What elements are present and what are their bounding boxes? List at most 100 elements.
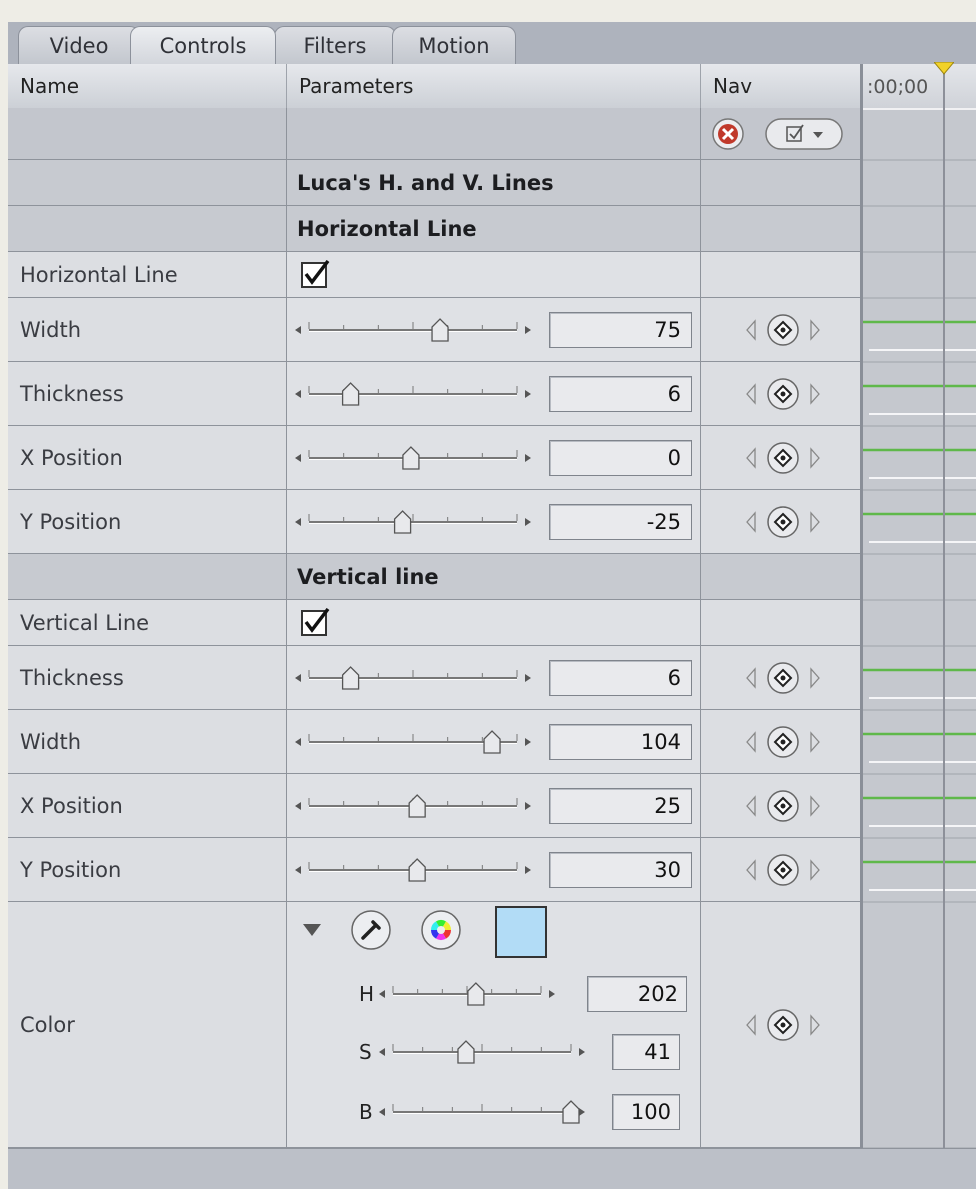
parameter-value-field[interactable]: 6 [549,375,692,412]
decrement-arrow-icon[interactable] [295,673,301,682]
filter-options-popup[interactable] [765,117,845,151]
parameter-slider[interactable] [293,725,533,759]
bottom-bar [8,1148,976,1189]
color-swatch[interactable] [495,906,547,958]
tab-controls[interactable]: Controls [130,26,276,64]
parameter-cell: 30 [287,838,701,901]
playhead[interactable] [943,64,945,1189]
tab-motion[interactable]: Motion [392,26,516,64]
increment-arrow-icon[interactable] [525,801,531,810]
prev-keyframe-icon[interactable] [746,510,756,533]
decrement-arrow-icon[interactable] [295,737,301,746]
delete-filter-button[interactable] [711,117,745,151]
decrement-arrow-icon[interactable] [379,1048,385,1056]
parameter-slider[interactable] [293,377,533,411]
next-keyframe-icon[interactable] [810,858,820,881]
increment-arrow-icon[interactable] [525,325,531,334]
tab-video[interactable]: Video [18,26,140,64]
increment-arrow-icon[interactable] [525,453,531,462]
increment-arrow-icon[interactable] [579,1048,585,1056]
eyedropper-button[interactable] [349,908,393,952]
prev-keyframe-icon[interactable] [746,794,756,817]
parameter-slider[interactable] [293,505,533,539]
next-keyframe-icon[interactable] [810,794,820,817]
next-keyframe-icon[interactable] [810,318,820,341]
header-nav[interactable]: Nav [701,64,860,108]
section-horizontal: Horizontal Line [8,206,860,252]
decrement-arrow-icon[interactable] [379,1108,385,1116]
decrement-arrow-icon[interactable] [295,801,301,810]
header-parameters[interactable]: Parameters [287,64,701,108]
vertical-line-enable-checkbox[interactable] [301,607,331,638]
slider-thumb[interactable] [562,1100,580,1124]
disclosure-triangle-icon[interactable] [301,920,323,940]
next-keyframe-icon[interactable] [810,730,820,753]
color-h-value-field[interactable]: 202 [587,976,687,1012]
increment-arrow-icon[interactable] [525,389,531,398]
increment-arrow-icon[interactable] [525,737,531,746]
color-h-slider[interactable] [377,977,557,1011]
slider-thumb[interactable] [467,982,485,1006]
parameter-cell: 25 [287,774,701,837]
parameter-value-field[interactable]: -25 [549,503,692,540]
slider-thumb[interactable] [408,857,426,882]
slider-thumb[interactable] [483,729,501,754]
parameter-value-field[interactable]: 25 [549,787,692,824]
parameter-slider[interactable] [293,313,533,347]
slider-thumb[interactable] [431,317,449,342]
next-keyframe-icon[interactable] [810,666,820,689]
prev-keyframe-icon[interactable] [746,1013,756,1036]
slider-thumb[interactable] [402,445,420,470]
parameter-slider[interactable] [293,661,533,695]
parameter-value-field[interactable]: 75 [549,311,692,348]
slider-thumb[interactable] [393,509,412,534]
keyframe-timeline[interactable]: :00;00 [860,62,976,1189]
increment-arrow-icon[interactable] [525,517,531,526]
horizontal-line-enable-checkbox[interactable] [301,259,331,290]
slider-thumb[interactable] [457,1040,475,1064]
parameter-row: Thickness 6 [8,646,860,710]
prev-keyframe-icon[interactable] [746,318,756,341]
increment-arrow-icon[interactable] [549,990,555,998]
slider-thumb[interactable] [341,665,360,690]
parameter-label: Y Position [20,857,122,882]
increment-arrow-icon[interactable] [525,673,531,682]
slider-thumb[interactable] [341,381,360,406]
increment-arrow-icon[interactable] [579,1108,585,1116]
decrement-arrow-icon[interactable] [379,990,385,998]
prev-keyframe-icon[interactable] [746,446,756,469]
parameter-value-field[interactable]: 104 [549,723,692,760]
color-s-value-field[interactable]: 41 [612,1034,680,1070]
next-keyframe-icon[interactable] [810,446,820,469]
next-keyframe-icon[interactable] [810,510,820,533]
decrement-arrow-icon[interactable] [295,453,301,462]
parameter-value-field[interactable]: 0 [549,439,692,476]
name-cell: Y Position [8,838,287,901]
slider-thumb[interactable] [408,793,426,818]
parameter-slider[interactable] [293,853,533,887]
playhead-marker-icon[interactable] [934,62,954,76]
next-keyframe-icon[interactable] [810,1013,820,1036]
decrement-arrow-icon[interactable] [295,517,301,526]
prev-keyframe-icon[interactable] [746,382,756,405]
color-s-slider[interactable] [377,1035,587,1069]
increment-arrow-icon[interactable] [525,865,531,874]
tab-filters[interactable]: Filters [274,26,396,64]
color-picker-button[interactable] [419,908,463,952]
decrement-arrow-icon[interactable] [295,389,301,398]
prev-keyframe-icon[interactable] [746,858,756,881]
parameter-slider[interactable] [293,441,533,475]
parameter-label: X Position [20,793,123,818]
parameter-value-field[interactable]: 30 [549,851,692,888]
prev-keyframe-icon[interactable] [746,666,756,689]
decrement-arrow-icon[interactable] [295,865,301,874]
header-name[interactable]: Name [8,64,287,108]
parameter-slider[interactable] [293,789,533,823]
next-keyframe-icon[interactable] [810,382,820,405]
nav-cell [701,600,860,645]
color-b-value-field[interactable]: 100 [612,1094,680,1130]
prev-keyframe-icon[interactable] [746,730,756,753]
parameter-value-field[interactable]: 6 [549,659,692,696]
decrement-arrow-icon[interactable] [295,325,301,334]
color-b-slider[interactable] [377,1095,587,1129]
